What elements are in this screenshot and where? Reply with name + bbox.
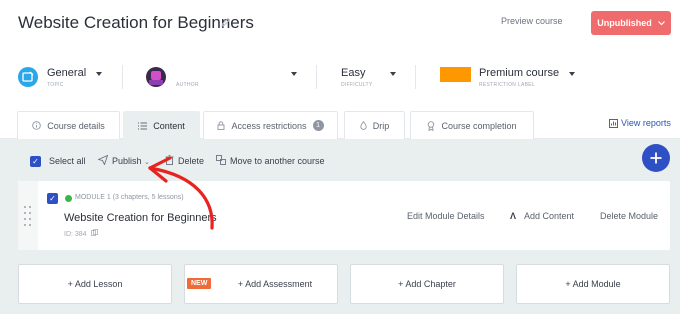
publish-button[interactable]: Publish	[112, 156, 142, 166]
topic-label: TOPIC	[47, 82, 64, 88]
topic-dropdown-icon[interactable]	[96, 72, 102, 76]
view-reports-link[interactable]: View reports	[609, 118, 671, 128]
select-all-label[interactable]: Select all	[49, 156, 86, 166]
module-meta: MODULE 1 (3 chapters, 5 lessons)	[75, 194, 184, 201]
drop-icon	[360, 121, 367, 130]
delete-module-button[interactable]: Delete Module	[600, 211, 658, 221]
topic-value[interactable]: General	[47, 67, 86, 79]
difficulty-value[interactable]: Easy	[341, 67, 365, 79]
tab-content[interactable]: Content	[123, 111, 200, 139]
move-icon	[216, 155, 226, 168]
preview-course-link[interactable]: Preview course	[501, 16, 563, 26]
tab-label: Content	[153, 120, 185, 131]
report-icon	[609, 118, 618, 128]
module-title[interactable]: Website Creation for Beginners	[64, 212, 217, 224]
trash-icon	[165, 155, 174, 168]
access-restrictions-count-badge: 1	[312, 120, 324, 131]
restriction-value[interactable]: Premium course	[479, 67, 559, 79]
tab-label: Course details	[47, 120, 105, 131]
course-tabs: Course details Content Access restrictio…	[0, 106, 680, 139]
topic-icon	[18, 67, 38, 87]
restriction-color-swatch	[440, 67, 471, 82]
select-all-checkbox[interactable]: ✓	[30, 156, 41, 167]
meta-divider	[415, 65, 416, 89]
author-avatar	[146, 67, 166, 87]
published-status-dot	[65, 195, 72, 202]
tab-label: Drip	[372, 120, 390, 131]
paper-plane-icon	[97, 154, 109, 168]
add-content-button[interactable]: Add Content	[524, 211, 574, 221]
copy-icon[interactable]	[90, 229, 98, 236]
plus-icon	[650, 152, 662, 164]
restriction-label: RESTRICTION LABEL	[479, 82, 535, 88]
add-module-label: + Add Module	[565, 279, 621, 289]
course-title[interactable]: Website Creation for Beginners	[18, 13, 254, 33]
tab-label: Course completion	[441, 120, 517, 131]
status-label: Unpublished	[597, 18, 652, 28]
course-header: Website Creation for Beginners Preview c…	[0, 0, 680, 48]
chevron-down-icon[interactable]: ⌄	[144, 158, 150, 166]
drag-dots-icon	[24, 206, 32, 226]
add-lesson-label: + Add Lesson	[67, 279, 123, 289]
add-assessment-label: + Add Assessment	[237, 279, 313, 289]
add-content-icon: Λ	[510, 211, 517, 221]
author-label: AUTHOR	[176, 82, 199, 88]
add-chapter-button[interactable]: + Add Chapter	[350, 264, 504, 304]
status-dropdown-button[interactable]: Unpublished	[591, 11, 671, 35]
add-module-button[interactable]: + Add Module	[516, 264, 670, 304]
module-checkbox[interactable]: ✓	[47, 193, 58, 204]
award-icon	[428, 120, 435, 131]
module-id-text: ID: 384	[64, 231, 87, 238]
add-lesson-button[interactable]: + Add Lesson	[18, 264, 172, 304]
tab-label: Access restrictions	[231, 120, 307, 131]
list-icon	[138, 122, 148, 129]
chevron-down-icon	[657, 20, 665, 25]
drag-handle[interactable]	[18, 181, 38, 250]
delete-button[interactable]: Delete	[178, 156, 204, 166]
difficulty-dropdown-icon[interactable]	[390, 72, 396, 76]
pencil-icon[interactable]	[220, 16, 232, 28]
edit-module-details-button[interactable]: Edit Module Details	[407, 211, 485, 221]
add-chapter-label: + Add Chapter	[398, 279, 456, 289]
tab-course-completion[interactable]: Course completion	[410, 111, 534, 139]
course-meta-row: General TOPIC AUTHOR Easy DIFFICULTY Pre…	[0, 48, 680, 106]
restriction-dropdown-icon[interactable]	[569, 72, 575, 76]
meta-divider	[316, 65, 317, 89]
view-reports-label: View reports	[621, 118, 671, 128]
author-dropdown-icon[interactable]	[291, 72, 297, 76]
module-card: ✓ MODULE 1 (3 chapters, 5 lessons) Websi…	[18, 181, 670, 250]
tab-drip[interactable]: Drip	[344, 111, 405, 139]
tab-course-details[interactable]: Course details	[17, 111, 120, 139]
difficulty-label: DIFFICULTY	[341, 82, 373, 88]
info-icon	[32, 121, 41, 130]
new-badge: NEW	[187, 278, 212, 289]
module-id: ID: 384	[64, 229, 98, 238]
meta-divider	[122, 65, 123, 89]
move-to-another-course-button[interactable]: Move to another course	[230, 156, 325, 166]
add-content-fab[interactable]	[642, 144, 670, 172]
tab-access-restrictions[interactable]: Access restrictions 1	[203, 111, 338, 139]
lock-icon	[218, 121, 225, 130]
